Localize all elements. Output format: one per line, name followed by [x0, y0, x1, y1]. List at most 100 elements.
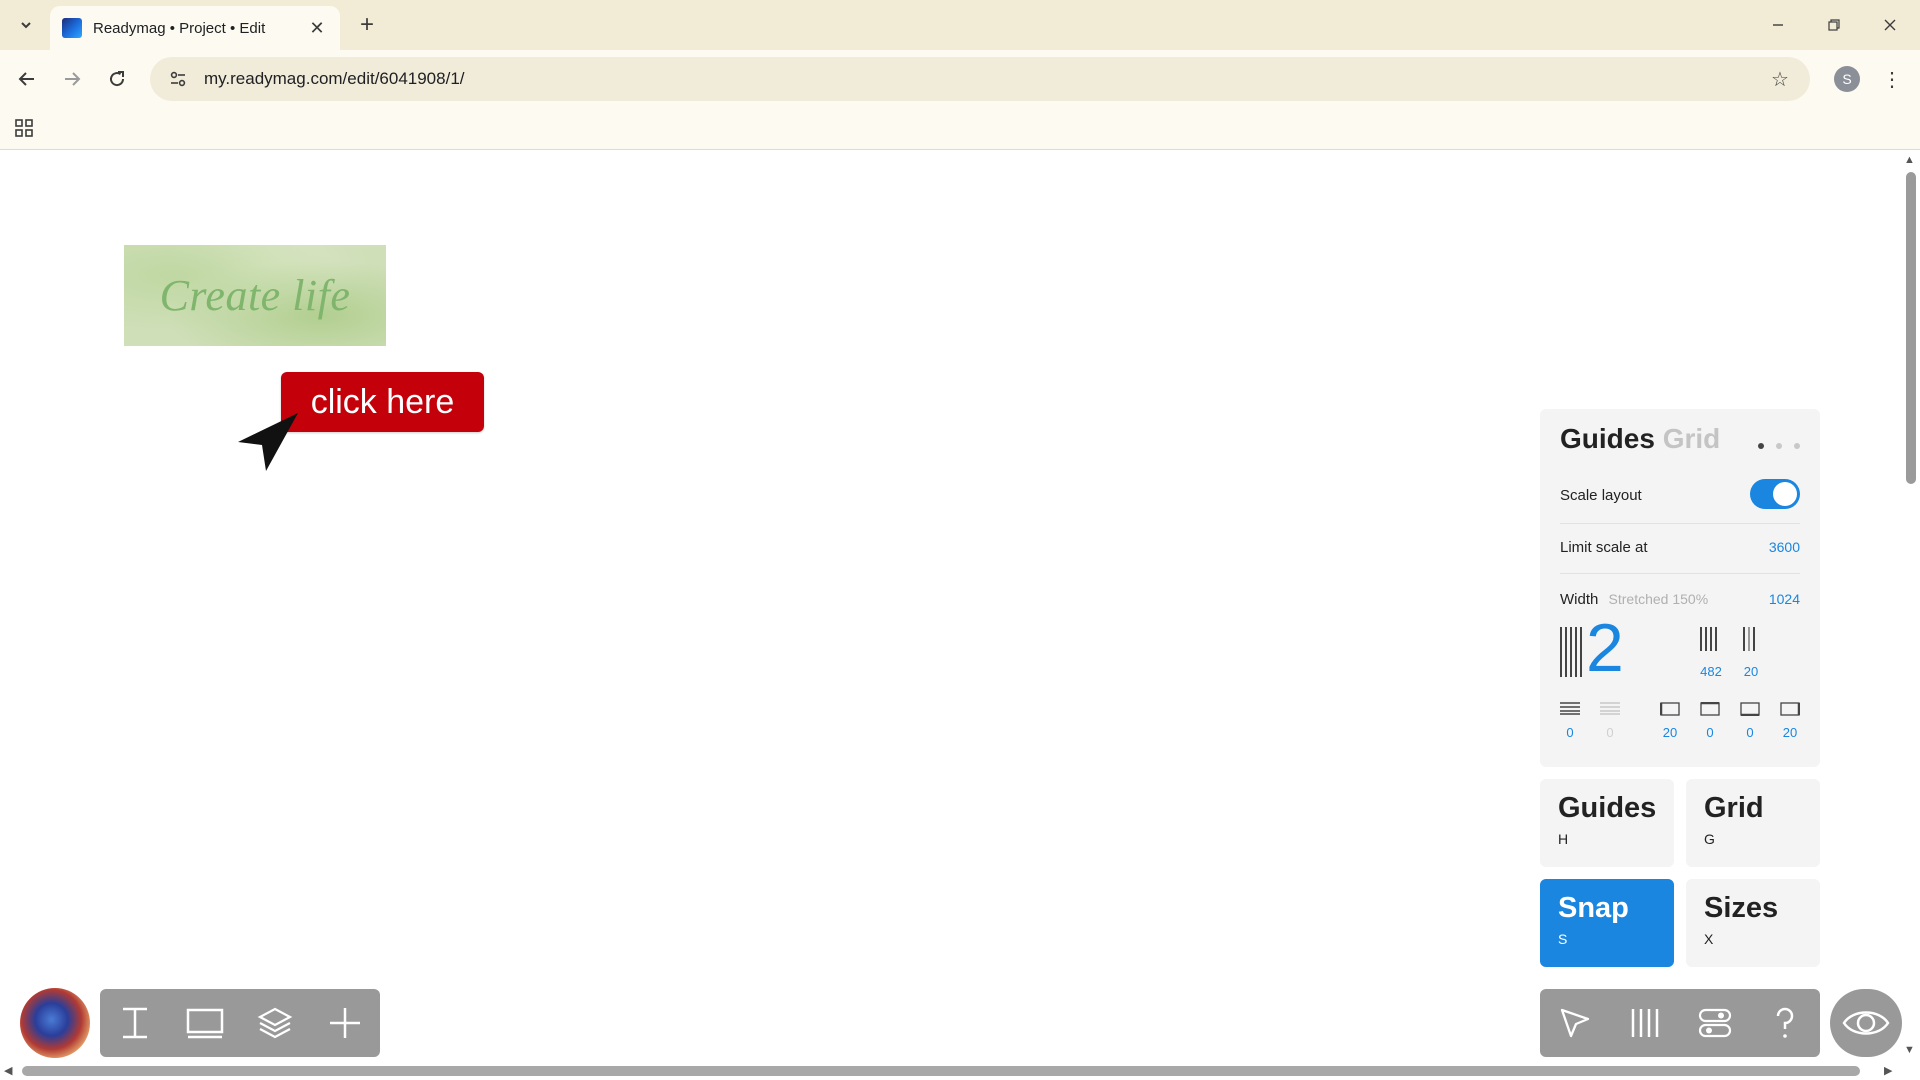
click-here-button[interactable]: click here — [281, 372, 484, 432]
address-bar[interactable]: my.readymag.com/edit/6041908/1/ ☆ — [150, 57, 1810, 101]
scroll-down-arrow-icon[interactable]: ▼ — [1904, 1044, 1915, 1056]
add-tool-button[interactable] — [310, 989, 380, 1057]
width-hint: Stretched 150% — [1608, 591, 1709, 607]
margin-bottom-icon — [1740, 702, 1760, 716]
rows-value[interactable]: 0 — [1555, 725, 1585, 740]
row-gap-value[interactable]: 0 — [1595, 725, 1625, 740]
profile-avatar[interactable]: S — [1834, 66, 1860, 92]
horizontal-scroll-thumb[interactable] — [22, 1066, 1860, 1076]
scale-layout-toggle[interactable] — [1750, 479, 1800, 509]
new-tab-button[interactable]: + — [352, 10, 382, 40]
rows-icon — [1560, 702, 1580, 715]
cursor-icon — [1560, 1008, 1590, 1038]
eye-icon — [1842, 1011, 1890, 1035]
page-dot-3[interactable] — [1794, 443, 1800, 449]
margin-left-value[interactable]: 20 — [1655, 725, 1685, 740]
browser-toolbar: my.readymag.com/edit/6041908/1/ ☆ — [0, 50, 1920, 108]
tab-search-button[interactable] — [10, 10, 42, 40]
minimize-icon — [1773, 24, 1783, 26]
tile-shortcut: H — [1558, 831, 1569, 847]
tile-title: Sizes — [1704, 892, 1779, 924]
panel-title-grid[interactable]: Grid — [1663, 423, 1721, 454]
widgets-tool-button[interactable] — [170, 989, 240, 1057]
panel-title: Guides Grid — [1560, 423, 1720, 455]
layers-icon — [257, 1007, 293, 1039]
grid-toggle-button[interactable]: Grid G — [1686, 779, 1820, 867]
snap-toggle-button[interactable]: Snap S — [1540, 879, 1674, 967]
tile-title: Snap — [1558, 892, 1629, 924]
page-dot-1[interactable] — [1758, 443, 1764, 449]
minimize-button[interactable] — [1750, 0, 1806, 50]
limit-scale-row: Limit scale at 3600 — [1560, 539, 1800, 556]
sizes-toggle-button[interactable]: Sizes X — [1686, 879, 1820, 967]
column-width-value[interactable]: 482 — [1696, 664, 1726, 679]
page-dots[interactable] — [1758, 443, 1800, 449]
url-text[interactable]: my.readymag.com/edit/6041908/1/ — [204, 69, 465, 89]
readymag-favicon-icon — [62, 18, 82, 38]
tab-title: Readymag • Project • Edit — [93, 19, 266, 37]
columns-icon — [1560, 627, 1582, 677]
guides-panel: Guides Grid Scale layout Limit scale at … — [1540, 409, 1820, 767]
screen-icon — [186, 1008, 224, 1039]
guides-toggle-button[interactable]: Guides H — [1540, 779, 1674, 867]
margin-bottom-value[interactable]: 0 — [1735, 725, 1765, 740]
restore-button[interactable] — [1806, 0, 1862, 50]
guides-tool-button[interactable] — [1610, 989, 1680, 1057]
scroll-right-arrow-icon[interactable]: ▶ — [1884, 1064, 1892, 1077]
scroll-up-arrow-icon[interactable]: ▲ — [1904, 154, 1915, 166]
text-tool-button[interactable] — [100, 989, 170, 1057]
column-width-icon — [1700, 627, 1717, 651]
user-avatar[interactable] — [20, 988, 90, 1058]
scroll-left-arrow-icon[interactable]: ◀ — [4, 1064, 12, 1077]
divider — [1560, 523, 1800, 524]
gutter-icon — [1743, 627, 1755, 651]
layers-tool-button[interactable] — [240, 989, 310, 1057]
back-button[interactable] — [10, 62, 44, 96]
bookmarks-bar — [0, 108, 1920, 150]
page-dot-2[interactable] — [1776, 443, 1782, 449]
forward-button[interactable] — [55, 62, 89, 96]
width-label: Width — [1560, 591, 1599, 608]
gutter-value[interactable]: 20 — [1736, 664, 1766, 679]
bookmark-star-icon[interactable]: ☆ — [1768, 67, 1792, 91]
chevron-down-icon — [21, 22, 31, 29]
guides-icon — [1631, 1009, 1659, 1037]
panel-title-guides[interactable]: Guides — [1560, 423, 1655, 454]
browser-menu-icon[interactable]: ⋮ — [1880, 64, 1904, 94]
close-window-button[interactable] — [1862, 0, 1918, 50]
width-value[interactable]: 1024 — [1769, 591, 1800, 607]
restore-icon — [1828, 19, 1840, 31]
limit-scale-label: Limit scale at — [1560, 539, 1648, 556]
row-gap-icon — [1600, 702, 1620, 715]
close-icon — [1884, 19, 1896, 31]
browser-tab[interactable]: Readymag • Project • Edit ✕ — [50, 6, 340, 50]
reload-button[interactable] — [100, 62, 134, 96]
margin-top-value[interactable]: 0 — [1695, 725, 1725, 740]
width-row: Width Stretched 150% 1024 — [1560, 591, 1800, 608]
limit-scale-value[interactable]: 3600 — [1769, 539, 1800, 555]
page-settings-button[interactable] — [1680, 989, 1750, 1057]
margin-right-value[interactable]: 20 — [1775, 725, 1805, 740]
text-cursor-icon — [123, 1007, 147, 1039]
tile-title: Guides — [1558, 792, 1657, 824]
reload-icon — [110, 71, 125, 87]
tile-shortcut: S — [1558, 931, 1568, 947]
tab-bar: Readymag • Project • Edit ✕ + — [0, 0, 1920, 50]
close-tab-icon[interactable]: ✕ — [306, 17, 328, 39]
help-button[interactable] — [1750, 989, 1820, 1057]
right-toolbar — [1540, 989, 1820, 1057]
preview-button[interactable] — [1830, 989, 1902, 1057]
vertical-scroll-thumb[interactable] — [1906, 172, 1916, 484]
select-tool-button[interactable] — [1540, 989, 1610, 1057]
toggles-icon — [1698, 1008, 1732, 1038]
site-info-icon[interactable] — [156, 57, 200, 101]
plus-icon — [330, 1008, 360, 1038]
question-mark-icon — [1776, 1007, 1794, 1038]
tile-title: Grid — [1704, 792, 1764, 824]
scale-layout-label: Scale layout — [1560, 487, 1642, 504]
hero-image[interactable]: Create life — [124, 245, 386, 346]
arrow-left-icon — [18, 72, 34, 86]
pointer-arrow-icon[interactable] — [236, 409, 300, 473]
columns-count[interactable]: 2 — [1586, 614, 1624, 682]
apps-grid-icon[interactable] — [14, 118, 34, 138]
